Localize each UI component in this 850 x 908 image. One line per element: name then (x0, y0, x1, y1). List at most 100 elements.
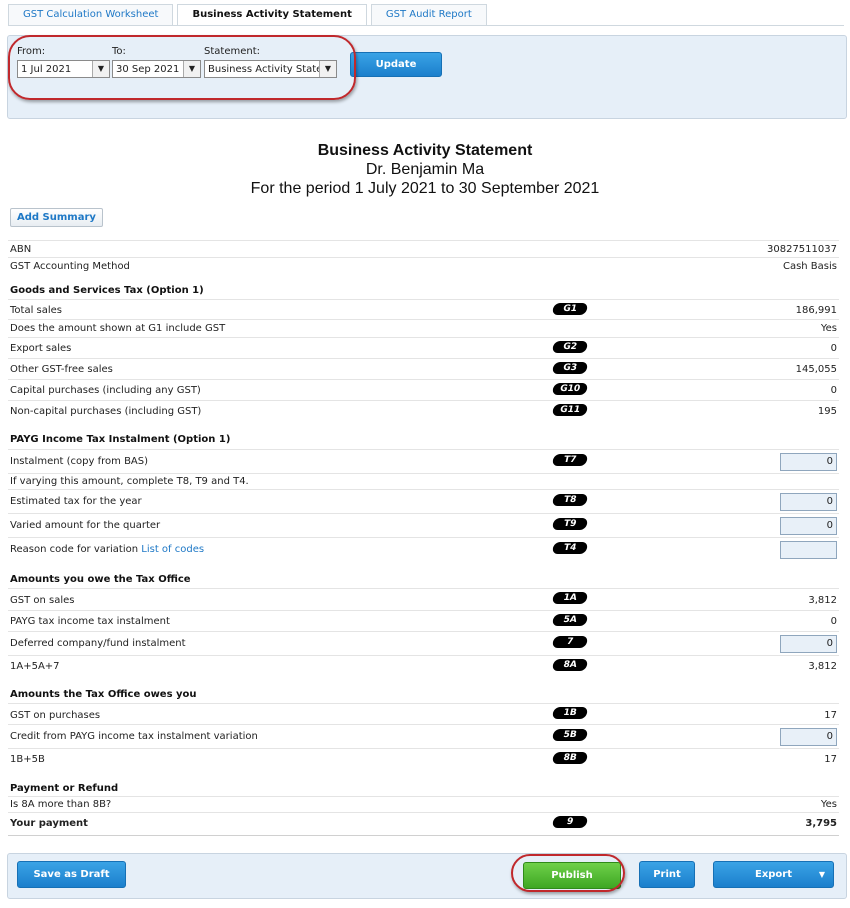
statement-select[interactable]: Business Activity Stateme ▼ (204, 60, 337, 78)
row-value: 0 (830, 616, 837, 627)
row-label: 1A+5A+7 (10, 661, 60, 672)
tab-business-activity-statement[interactable]: Business Activity Statement (177, 4, 367, 26)
chevron-down-icon[interactable]: ▼ (319, 61, 336, 77)
code-badge: 9 (551, 816, 589, 828)
to-date-select[interactable]: 30 Sep 2021 ▼ (112, 60, 201, 78)
table-row: Capital purchases (including any GST) G1… (8, 379, 839, 401)
code-badge: T8 (551, 494, 589, 506)
code-badge: G2 (551, 341, 589, 353)
tab-gst-audit-report[interactable]: GST Audit Report (370, 4, 487, 25)
row-label: Deferred company/fund instalment (10, 638, 186, 649)
row-value: 3,812 (808, 595, 837, 606)
row-label: 1B+5B (10, 754, 45, 765)
table-row: Deferred company/fund instalment 7 0 (8, 631, 839, 656)
row-value: 17 (824, 754, 837, 765)
save-draft-button[interactable]: Save as Draft (17, 861, 126, 888)
row-label: Other GST-free sales (10, 364, 113, 375)
statement-value: Business Activity Stateme (208, 64, 337, 75)
row-value: Yes (820, 799, 837, 810)
table-row: Is 8A more than 8B? Yes (8, 796, 839, 813)
table-row: PAYG tax income tax instalment 5A 0 (8, 610, 839, 632)
code-badge: T9 (551, 518, 589, 530)
row-value: 3,812 (808, 661, 837, 672)
tab-gst-calculation-worksheet[interactable]: GST Calculation Worksheet (8, 4, 174, 25)
print-button[interactable]: Print (639, 861, 695, 888)
tab-bar: GST Calculation Worksheet Business Activ… (8, 4, 491, 26)
table-row: GST Accounting Method Cash Basis (8, 257, 839, 275)
table-row: Non-capital purchases (including GST) G1… (8, 400, 839, 422)
row-value: 195 (817, 406, 837, 417)
report-name: Dr. Benjamin Ma (365, 161, 485, 178)
to-date-value: 30 Sep 2021 (116, 64, 180, 75)
your-payment-value: 3,795 (805, 818, 837, 829)
code-badge: G10 (551, 383, 589, 395)
row-label: Instalment (copy from BAS) (10, 456, 149, 467)
table-row: Your payment 9 3,795 (8, 812, 839, 836)
row-value: 145,055 (795, 364, 837, 375)
credit-variation-input[interactable]: 0 (780, 728, 837, 746)
table-row: Export sales G2 0 (8, 337, 839, 359)
row-label: Does the amount shown at G1 include GST (10, 323, 226, 334)
reason-code-input[interactable] (780, 541, 837, 559)
table-row: Reason code for variation List of codes … (8, 537, 839, 562)
row-label: Estimated tax for the year (10, 496, 142, 507)
reason-label: Reason code for variation (10, 544, 139, 555)
table-row: Instalment (copy from BAS) T7 0 (8, 449, 839, 474)
row-label: Capital purchases (including any GST) (10, 385, 201, 396)
table-row: Varied amount for the quarter T9 0 (8, 513, 839, 538)
method-label: GST Accounting Method (10, 261, 130, 272)
list-of-codes-link[interactable]: List of codes (141, 544, 204, 555)
add-summary-button[interactable]: Add Summary (10, 208, 103, 227)
code-badge: G1 (551, 303, 589, 315)
code-badge: G11 (551, 404, 589, 416)
report-period: For the period 1 July 2021 to 30 Septemb… (250, 180, 600, 197)
filter-panel: From: 1 Jul 2021 ▼ To: 30 Sep 2021 ▼ Sta… (7, 35, 847, 119)
export-label: Export (754, 869, 793, 880)
from-date-value: 1 Jul 2021 (21, 64, 72, 75)
code-badge: 1A (551, 592, 589, 604)
chevron-down-icon[interactable]: ▼ (819, 862, 825, 887)
table-row: GST on sales 1A 3,812 (8, 588, 839, 611)
chevron-down-icon[interactable]: ▼ (183, 61, 200, 77)
footer-bar: Save as Draft Publish Print Export ▼ (7, 853, 847, 899)
export-button[interactable]: Export ▼ (713, 861, 834, 888)
deferred-instalment-input[interactable]: 0 (780, 635, 837, 653)
update-button[interactable]: Update (350, 52, 442, 77)
table-row: 1B+5B 8B 17 (8, 748, 839, 769)
row-label: PAYG tax income tax instalment (10, 616, 170, 627)
statement-label: Statement: (204, 46, 260, 57)
report-title: Business Activity Statement (317, 142, 533, 159)
table-row: Does the amount shown at G1 include GST … (8, 319, 839, 338)
code-badge: 8B (551, 752, 589, 764)
row-label: GST on purchases (10, 710, 101, 721)
publish-button[interactable]: Publish (523, 862, 621, 889)
owes-heading: Amounts the Tax Office owes you (10, 689, 197, 700)
row-label: Non-capital purchases (including GST) (10, 406, 202, 417)
row-value: Yes (820, 323, 837, 334)
estimated-tax-input[interactable]: 0 (780, 493, 837, 511)
row-value: 17 (824, 710, 837, 721)
your-payment-label: Your payment (10, 818, 88, 829)
code-badge: 7 (551, 636, 589, 648)
abn-value: 30827511037 (767, 244, 837, 255)
to-label: To: (112, 46, 126, 57)
table-row: If varying this amount, complete T8, T9 … (8, 473, 839, 490)
tab-divider (8, 25, 844, 26)
table-row: Other GST-free sales G3 145,055 (8, 358, 839, 380)
table-row: ABN 30827511037 (8, 240, 839, 258)
varied-amount-input[interactable]: 0 (780, 517, 837, 535)
payg-heading: PAYG Income Tax Instalment (Option 1) (10, 434, 231, 445)
row-value: 0 (830, 385, 837, 396)
table-row: GST on purchases 1B 17 (8, 703, 839, 725)
row-value: 0 (830, 343, 837, 354)
abn-label: ABN (10, 244, 32, 255)
method-value: Cash Basis (782, 261, 837, 272)
from-date-select[interactable]: 1 Jul 2021 ▼ (17, 60, 110, 78)
row-value: 186,991 (795, 305, 837, 316)
instalment-input[interactable]: 0 (780, 453, 837, 471)
owe-heading: Amounts you owe the Tax Office (10, 574, 191, 585)
chevron-down-icon[interactable]: ▼ (92, 61, 109, 77)
code-badge: 5B (551, 729, 589, 741)
payg-note: If varying this amount, complete T8, T9 … (10, 476, 249, 487)
table-row: Estimated tax for the year T8 0 (8, 489, 839, 514)
